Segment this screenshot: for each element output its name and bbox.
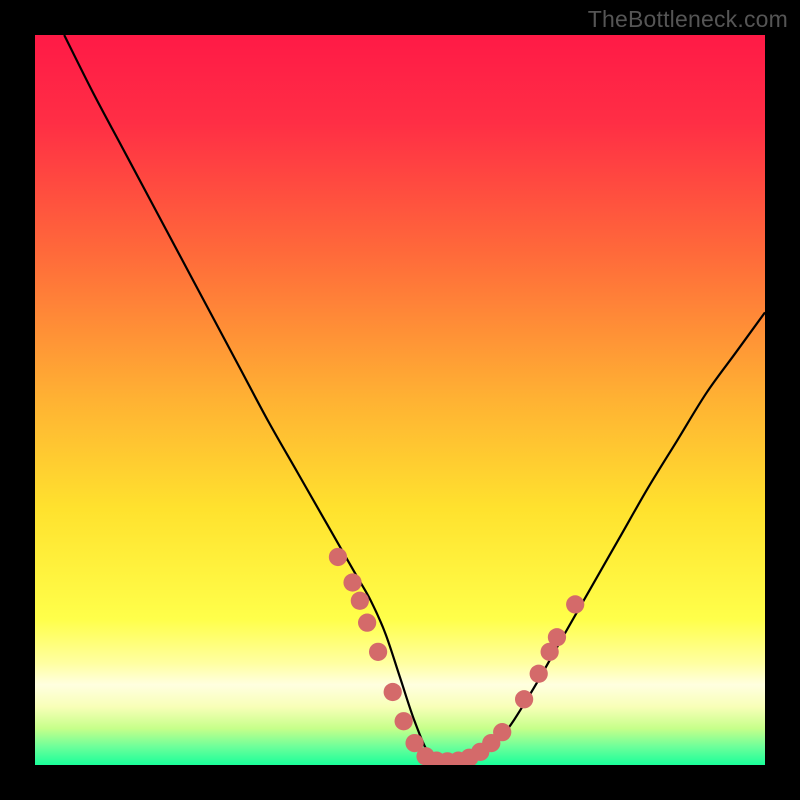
data-dot — [515, 690, 533, 708]
curve-dots — [329, 548, 585, 765]
data-dot — [384, 683, 402, 701]
bottleneck-curve — [64, 35, 765, 762]
data-dot — [395, 712, 413, 730]
data-dot — [329, 548, 347, 566]
data-dot — [369, 643, 387, 661]
data-dot — [548, 628, 566, 646]
data-dot — [493, 723, 511, 741]
data-dot — [358, 614, 376, 632]
data-dot — [343, 573, 361, 591]
data-dot — [530, 665, 548, 683]
chart-frame: TheBottleneck.com — [0, 0, 800, 800]
data-dot — [566, 595, 584, 613]
data-dot — [351, 592, 369, 610]
curve-layer — [35, 35, 765, 765]
attribution-text: TheBottleneck.com — [588, 6, 788, 33]
plot-area — [35, 35, 765, 765]
